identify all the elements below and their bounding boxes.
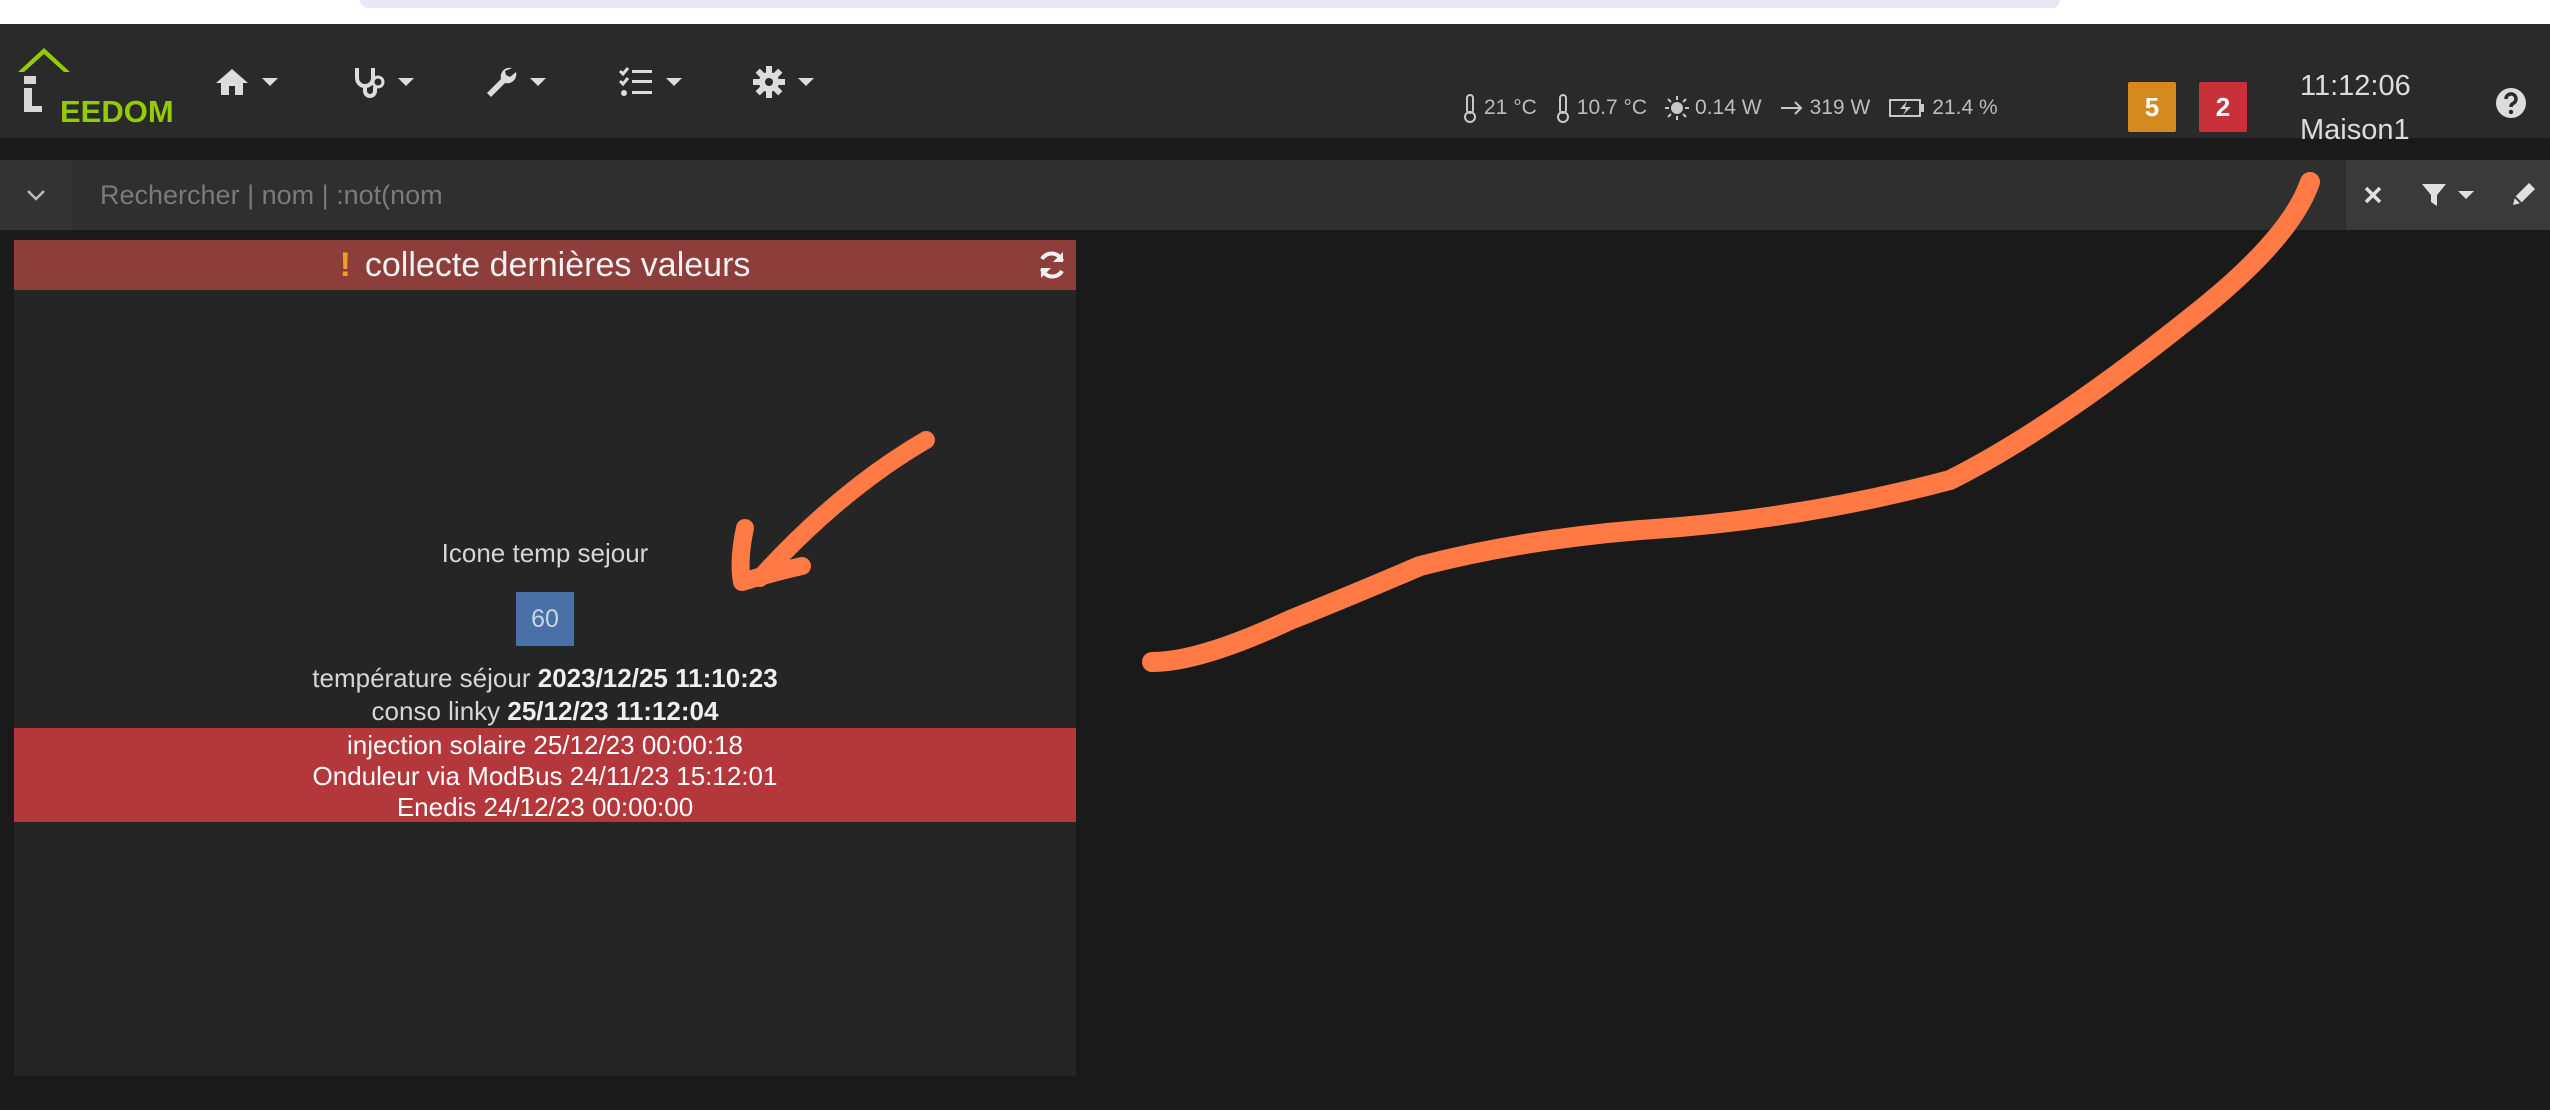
sun-icon — [1665, 96, 1690, 120]
info-label: température séjour — [312, 663, 531, 693]
command-name: Icone temp sejour — [441, 538, 649, 568]
alert-line: Enedis 24/12/23 00:00:00 — [396, 792, 694, 822]
checklist-icon — [618, 67, 652, 96]
info-lines: température séjour 2023/12/25 11:10:23 c… — [14, 662, 1076, 728]
question-circle-icon — [2496, 88, 2526, 118]
thermometer-icon — [1464, 94, 1476, 123]
temp-inside-value: 21 °C — [1484, 96, 1537, 119]
search-bar — [0, 160, 2550, 230]
chevron-down-icon — [798, 78, 814, 86]
clock-location: Maison1 — [2300, 114, 2410, 146]
widget-header: ! collecte dernières valeurs — [14, 240, 1076, 290]
search-input[interactable] — [74, 160, 2344, 230]
alert-line: injection solaire 25/12/23 00:00:18 — [346, 730, 744, 760]
arrow-right-icon — [1780, 101, 1802, 115]
solar-power-value: 0.14 W — [1695, 96, 1762, 119]
alert-line: Onduleur via ModBus 24/11/23 15:12:01 — [312, 761, 778, 791]
nav-settings-menu[interactable] — [752, 62, 816, 102]
wrench-icon — [487, 67, 517, 97]
info-timestamp: 25/12/23 11:12:04 — [507, 696, 719, 726]
battery-charging-icon — [1889, 99, 1925, 117]
top-navbar: EEDOM 21 °C 10.7 °C 0.14 W 319 W 21.4 % … — [0, 24, 2550, 146]
battery-status: 21.4 % — [1888, 96, 1998, 120]
temp-outside-value: 10.7 °C — [1576, 96, 1648, 119]
nav-plugins-menu[interactable] — [618, 62, 684, 102]
grid-power-value: 319 W — [1809, 96, 1871, 119]
clock-time: 11:12:06 — [2300, 70, 2411, 102]
pencil-icon — [2513, 183, 2535, 205]
nav-tools-menu[interactable] — [484, 62, 548, 102]
widget-title-bar[interactable]: ! collecte dernières valeurs — [14, 240, 1076, 290]
close-icon — [2364, 186, 2382, 204]
stethoscope-icon — [355, 68, 385, 98]
chevron-down-icon — [530, 78, 546, 86]
info-label: conso linky — [371, 696, 501, 726]
search-actions — [2346, 160, 2550, 230]
browser-tab-edge — [360, 0, 2060, 8]
status-summary[interactable]: 21 °C 10.7 °C 0.14 W 319 W 21.4 % — [1462, 90, 2016, 126]
clear-search-button[interactable] — [2346, 160, 2400, 230]
chevron-down-icon — [666, 78, 682, 86]
info-line: conso linky 25/12/23 11:12:04 — [14, 695, 1076, 728]
command-value[interactable]: 60 — [516, 592, 574, 646]
refresh-button[interactable] — [1036, 249, 1068, 286]
browser-top-strip — [0, 0, 2550, 24]
temp-outside-status: 10.7 °C — [1555, 93, 1647, 123]
search-dropdown-toggle[interactable] — [0, 160, 72, 230]
exclamation-icon: ! — [339, 245, 351, 284]
nav-home-menu[interactable] — [214, 62, 280, 102]
info-line: température séjour 2023/12/25 11:10:23 — [14, 662, 1076, 695]
annotation-curve — [1142, 172, 2320, 672]
filter-button[interactable] — [2400, 160, 2496, 230]
edit-button[interactable] — [2496, 160, 2550, 230]
battery-value: 21.4 % — [1932, 96, 1998, 119]
chevron-down-icon — [27, 190, 45, 201]
clock-block: 11:12:06 Maison1 — [2300, 64, 2411, 152]
solar-status: 0.14 W — [1665, 96, 1762, 120]
logo-text: EEDOM — [60, 94, 174, 129]
widget-last-values: ! collecte dernières valeurs Icone temp … — [14, 240, 1076, 1076]
temp-inside-status: 21 °C — [1462, 93, 1537, 123]
gear-icon — [753, 66, 785, 98]
warning-count-badge[interactable]: 5 — [2128, 82, 2176, 132]
widget-title: collecte dernières valeurs — [364, 245, 751, 284]
alert-count-badge[interactable]: 2 — [2199, 82, 2247, 132]
chevron-down-icon — [398, 78, 414, 86]
home-icon — [216, 69, 248, 95]
help-button[interactable] — [2494, 86, 2528, 125]
refresh-icon — [1040, 251, 1064, 279]
filter-icon — [2422, 184, 2446, 206]
jeedom-logo[interactable]: EEDOM — [14, 42, 174, 129]
stale-values-alert: injection solaire 25/12/23 00:00:18 Ondu… — [14, 728, 1076, 822]
grid-status: 319 W — [1780, 96, 1871, 120]
thermometer-icon — [1556, 94, 1569, 123]
nav-analysis-menu[interactable] — [352, 62, 416, 102]
chevron-down-icon — [262, 78, 278, 86]
info-timestamp: 2023/12/25 11:10:23 — [537, 663, 778, 693]
chevron-down-icon — [2458, 191, 2474, 199]
